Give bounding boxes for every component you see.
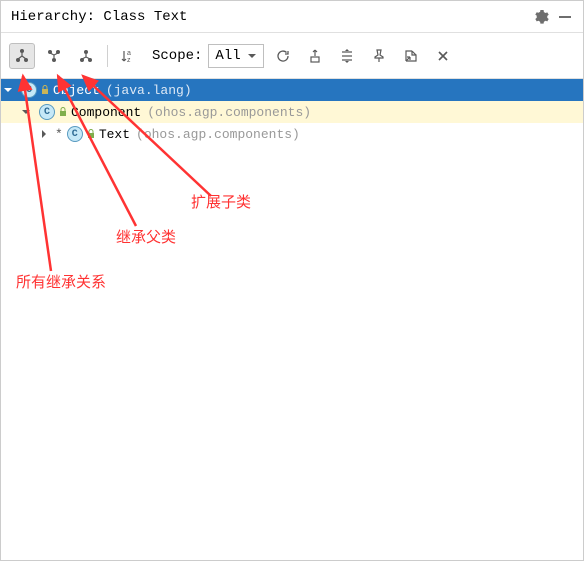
package-name: (ohos.agp.components) [147, 105, 311, 120]
lock-icon [85, 128, 97, 140]
class-name: Text [99, 127, 130, 142]
toolbar-separator [107, 45, 108, 67]
pin-button[interactable] [366, 43, 392, 69]
header-actions [533, 9, 573, 25]
hierarchy-tree[interactable]: C Object (java.lang) C Component (ohos.a… [1, 79, 583, 560]
svg-text:a: a [127, 50, 131, 57]
package-name: (ohos.agp.components) [136, 127, 300, 142]
toolbar: az Scope: All [1, 33, 583, 79]
refresh-button[interactable] [270, 43, 296, 69]
expand-arrow-icon[interactable] [37, 129, 51, 139]
class-hierarchy-button[interactable] [9, 43, 35, 69]
expand-arrow-icon[interactable] [1, 85, 15, 95]
package-name: (java.lang) [106, 83, 192, 98]
class-icon: C [39, 104, 55, 120]
tree-row[interactable]: C Component (ohos.agp.components) [1, 101, 583, 123]
minimize-icon[interactable] [557, 9, 573, 25]
panel-header: Hierarchy: Class Text [1, 1, 583, 33]
tree-row[interactable]: * C Text (ohos.agp.components) [1, 123, 583, 145]
scope-label: Scope: [152, 48, 202, 64]
tree-row[interactable]: C Object (java.lang) [1, 79, 583, 101]
svg-text:z: z [127, 57, 131, 64]
lock-icon [57, 106, 69, 118]
expand-all-button[interactable] [334, 43, 360, 69]
autoscroll-button[interactable] [302, 43, 328, 69]
class-icon: C [21, 82, 37, 98]
scope-select[interactable]: All [208, 44, 263, 68]
star-marker: * [55, 127, 63, 142]
sort-alphabetically-button[interactable]: az [116, 43, 142, 69]
class-name: Component [71, 105, 141, 120]
chevron-down-icon [247, 51, 257, 61]
settings-icon[interactable] [533, 9, 549, 25]
expand-arrow-icon[interactable] [19, 107, 33, 117]
scope-value: All [215, 48, 240, 64]
close-button[interactable] [430, 43, 456, 69]
export-button[interactable] [398, 43, 424, 69]
subtypes-hierarchy-button[interactable] [73, 43, 99, 69]
class-icon: C [67, 126, 83, 142]
lock-icon [39, 84, 51, 96]
panel-title: Hierarchy: Class Text [11, 9, 187, 25]
supertypes-hierarchy-button[interactable] [41, 43, 67, 69]
class-name: Object [53, 83, 100, 98]
